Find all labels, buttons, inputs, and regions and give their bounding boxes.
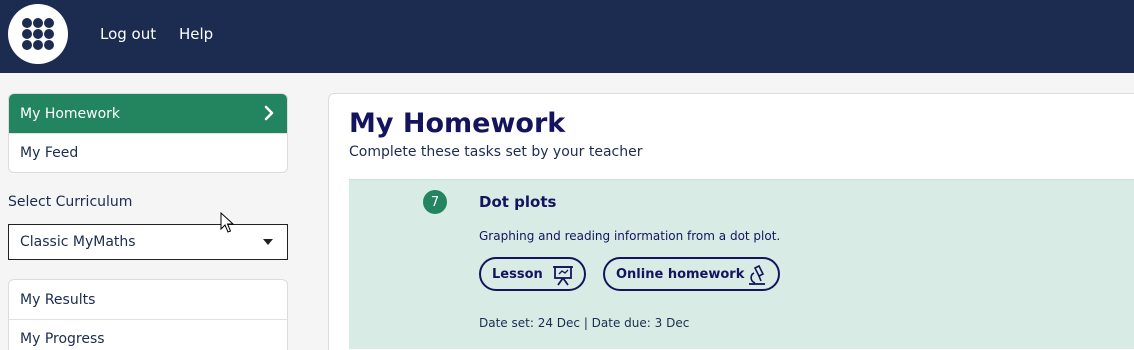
mouse-cursor-icon: [220, 212, 234, 233]
sidebar-nav: My Homework My Feed: [8, 93, 288, 173]
curriculum-select-value: Classic MyMaths: [20, 234, 136, 250]
sidebar-item-my-progress[interactable]: My Progress: [9, 319, 287, 350]
grid-dots-icon[interactable]: [8, 4, 68, 64]
task-dates: Date set: 24 Dec | Date due: 3 Dec: [479, 316, 690, 330]
top-header: Log out Help: [0, 0, 1134, 73]
presentation-board-icon: [553, 266, 573, 286]
sidebar-item-label: My Progress: [20, 331, 105, 347]
main-panel: My Homework Complete these tasks set by …: [328, 93, 1134, 350]
sidebar-item-label: My Results: [20, 291, 96, 308]
sidebar-item-label: My Feed: [20, 145, 79, 161]
curriculum-select[interactable]: Classic MyMaths: [8, 224, 288, 260]
sidebar-item-my-results[interactable]: My Results: [9, 280, 287, 319]
help-link[interactable]: Help: [179, 25, 213, 43]
lesson-button[interactable]: Lesson: [479, 257, 586, 291]
sidebar-links: My Results My Progress: [8, 279, 288, 350]
task-title: Dot plots: [479, 193, 557, 211]
logout-link[interactable]: Log out: [100, 25, 156, 43]
homework-task-card: 7 Dot plots Graphing and reading informa…: [349, 179, 1134, 349]
sidebar-item-my-homework[interactable]: My Homework: [9, 94, 287, 133]
online-homework-button[interactable]: Online homework: [603, 257, 780, 291]
curriculum-label: Select Curriculum: [8, 194, 133, 210]
page-subtitle: Complete these tasks set by your teacher: [349, 144, 643, 160]
task-number-badge: 7: [423, 190, 447, 214]
chevron-right-icon: [264, 105, 274, 121]
microscope-icon: [749, 264, 765, 285]
task-description: Graphing and reading information from a …: [479, 229, 781, 243]
sidebar-item-my-feed[interactable]: My Feed: [9, 133, 287, 172]
online-homework-button-label: Online homework: [616, 266, 745, 282]
page-title: My Homework: [349, 108, 566, 139]
lesson-button-label: Lesson: [492, 266, 543, 282]
sidebar-item-label: My Homework: [20, 105, 121, 122]
caret-down-icon: [263, 239, 273, 245]
